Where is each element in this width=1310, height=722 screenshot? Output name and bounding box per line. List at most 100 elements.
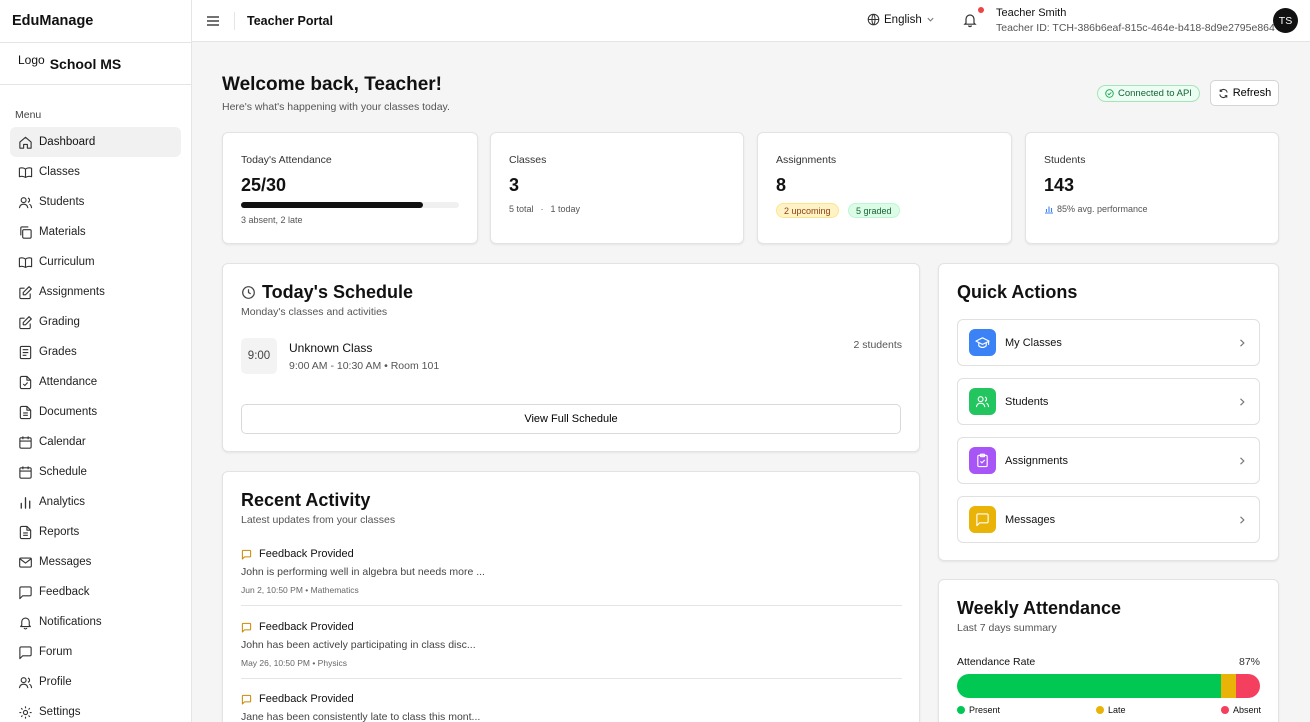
refresh-label: Refresh	[1232, 87, 1272, 99]
activity-subtitle: Latest updates from your classes	[241, 514, 396, 526]
classes-stat-card: Classes 3 5 total · 1 today	[490, 132, 744, 244]
sidebar-item-feedback[interactable]: Feedback	[10, 577, 181, 607]
message-square-icon	[241, 622, 252, 633]
sidebar-item-attendance[interactable]: Attendance	[10, 367, 181, 397]
sidebar-nav: Dashboard Classes Students Materials Curricu…	[0, 127, 191, 722]
activity-item-header: Feedback Provided	[241, 693, 354, 705]
divider	[234, 12, 235, 30]
attendance-progress-fill	[241, 202, 423, 208]
classes-total: 5 total	[509, 204, 534, 214]
quick-action-my-classes[interactable]: My Classes	[957, 319, 1260, 366]
sidebar-item-label: Students	[39, 196, 85, 208]
page-subtitle: Here's what's happening with your classe…	[222, 101, 450, 113]
menu-toggle-icon[interactable]	[205, 13, 221, 29]
legend-label: Present	[969, 705, 1001, 715]
edit-icon	[18, 285, 33, 300]
quick-action-students[interactable]: Students	[957, 378, 1260, 425]
stat-value: 3	[509, 175, 520, 195]
language-label: English	[884, 13, 922, 26]
sidebar-item-curriculum[interactable]: Curriculum	[10, 247, 181, 277]
activity-item-title: Feedback Provided	[259, 693, 354, 705]
sidebar-item-schedule[interactable]: Schedule	[10, 457, 181, 487]
sidebar-item-grades[interactable]: Grades	[10, 337, 181, 367]
performance-text: 85% avg. performance	[1057, 204, 1148, 214]
attendance-stat-card: Today's Attendance 25/30 3 absent, 2 lat…	[222, 132, 478, 244]
legend-dot	[1096, 706, 1104, 714]
sidebar-item-label: Materials	[39, 226, 86, 238]
chevron-down-icon	[926, 15, 935, 24]
activity-item-header: Feedback Provided	[241, 548, 354, 560]
activity-item-text: John has been actively participating in …	[241, 639, 476, 651]
sidebar-item-classes[interactable]: Classes	[10, 157, 181, 187]
bell-icon[interactable]	[962, 12, 978, 28]
stat-label: Classes	[509, 154, 547, 166]
activity-item-title: Feedback Provided	[259, 621, 354, 633]
file-text-icon	[18, 525, 33, 540]
language-selector[interactable]: English	[867, 13, 935, 26]
view-full-schedule-button[interactable]: View Full Schedule	[241, 404, 901, 434]
graduation-cap-icon	[969, 329, 996, 356]
class-detail: 9:00 AM - 10:30 AM • Room 101	[289, 360, 440, 372]
mail-icon	[18, 555, 33, 570]
school-logo-row: Logo School MS	[0, 43, 191, 85]
menu-heading: Menu	[15, 109, 42, 121]
class-name[interactable]: Unknown Class	[289, 341, 372, 355]
legend-item-present: Present	[957, 705, 1000, 715]
avatar[interactable]: TS	[1273, 8, 1298, 33]
attendance-segment-present	[957, 674, 1221, 698]
sidebar-item-profile[interactable]: Profile	[10, 667, 181, 697]
quick-action-label: My Classes	[1005, 336, 1062, 349]
graded-badge: 5 graded	[848, 203, 900, 218]
sidebar-item-label: Notifications	[39, 616, 102, 628]
sidebar-item-assignments[interactable]: Assignments	[10, 277, 181, 307]
activity-item[interactable]: Feedback Provided John has been actively …	[241, 621, 902, 679]
attendance-rate-value: 87%	[1238, 656, 1260, 668]
sidebar-item-label: Reports	[39, 526, 80, 538]
api-status-badge: Connected to API	[1097, 85, 1200, 102]
sidebar-item-grading[interactable]: Grading	[10, 307, 181, 337]
sidebar-item-students[interactable]: Students	[10, 187, 181, 217]
activity-item[interactable]: Feedback Provided John is performing well…	[241, 548, 902, 606]
sidebar-item-label: Attendance	[39, 376, 98, 388]
activity-item-meta: Jun 2, 10:50 PM • Mathematics	[241, 585, 359, 595]
students-stat-card: Students 143 85% avg. performance	[1025, 132, 1279, 244]
quick-action-messages[interactable]: Messages	[957, 496, 1260, 543]
chevron-right-icon	[1237, 338, 1247, 348]
schedule-subtitle: Monday's classes and activities	[241, 306, 388, 318]
schedule-heading: Today's Schedule	[241, 282, 413, 303]
activity-title: Recent Activity	[241, 490, 371, 510]
brand-name: EduManage	[0, 0, 191, 43]
sidebar-item-label: Settings	[39, 706, 81, 718]
sidebar-item-reports[interactable]: Reports	[10, 517, 181, 547]
sidebar-item-materials[interactable]: Materials	[10, 217, 181, 247]
class-student-count: 2 students	[853, 339, 902, 351]
sidebar-item-label: Feedback	[39, 586, 90, 598]
api-status-label: Connected to API	[1118, 88, 1192, 99]
sidebar-item-settings[interactable]: Settings	[10, 697, 181, 722]
activity-item-text: Jane has been consistently late to class…	[241, 711, 481, 722]
stat-label: Today's Attendance	[241, 154, 332, 166]
refresh-button[interactable]: Refresh	[1210, 80, 1279, 106]
sidebar-item-notifications[interactable]: Notifications	[10, 607, 181, 637]
chevron-right-icon	[1237, 515, 1247, 525]
stat-value: 25/30	[241, 175, 287, 195]
topbar: Teacher Portal English Teacher Smith Tea…	[192, 0, 1310, 42]
sidebar-item-label: Dashboard	[39, 136, 96, 148]
sidebar-item-label: Profile	[39, 676, 72, 688]
sidebar-item-label: Analytics	[39, 496, 86, 508]
sidebar-item-documents[interactable]: Documents	[10, 397, 181, 427]
home-icon	[18, 135, 33, 150]
check-circle-icon	[1105, 89, 1114, 98]
activity-item[interactable]: Feedback Provided Jane has been consisten…	[241, 693, 902, 722]
legend-dot	[957, 706, 965, 714]
quick-actions-card: Quick Actions My Classes Students Assignme…	[938, 263, 1279, 561]
sidebar-item-calendar[interactable]: Calendar	[10, 427, 181, 457]
quick-action-assignments[interactable]: Assignments	[957, 437, 1260, 484]
sidebar-item-messages[interactable]: Messages	[10, 547, 181, 577]
sidebar-item-label: Grading	[39, 316, 80, 328]
sidebar-item-analytics[interactable]: Analytics	[10, 487, 181, 517]
sidebar-item-dashboard[interactable]: Dashboard	[10, 127, 181, 157]
sidebar-item-forum[interactable]: Forum	[10, 637, 181, 667]
legend-item-absent: Absent	[1221, 705, 1261, 715]
clipboard-icon	[969, 447, 996, 474]
